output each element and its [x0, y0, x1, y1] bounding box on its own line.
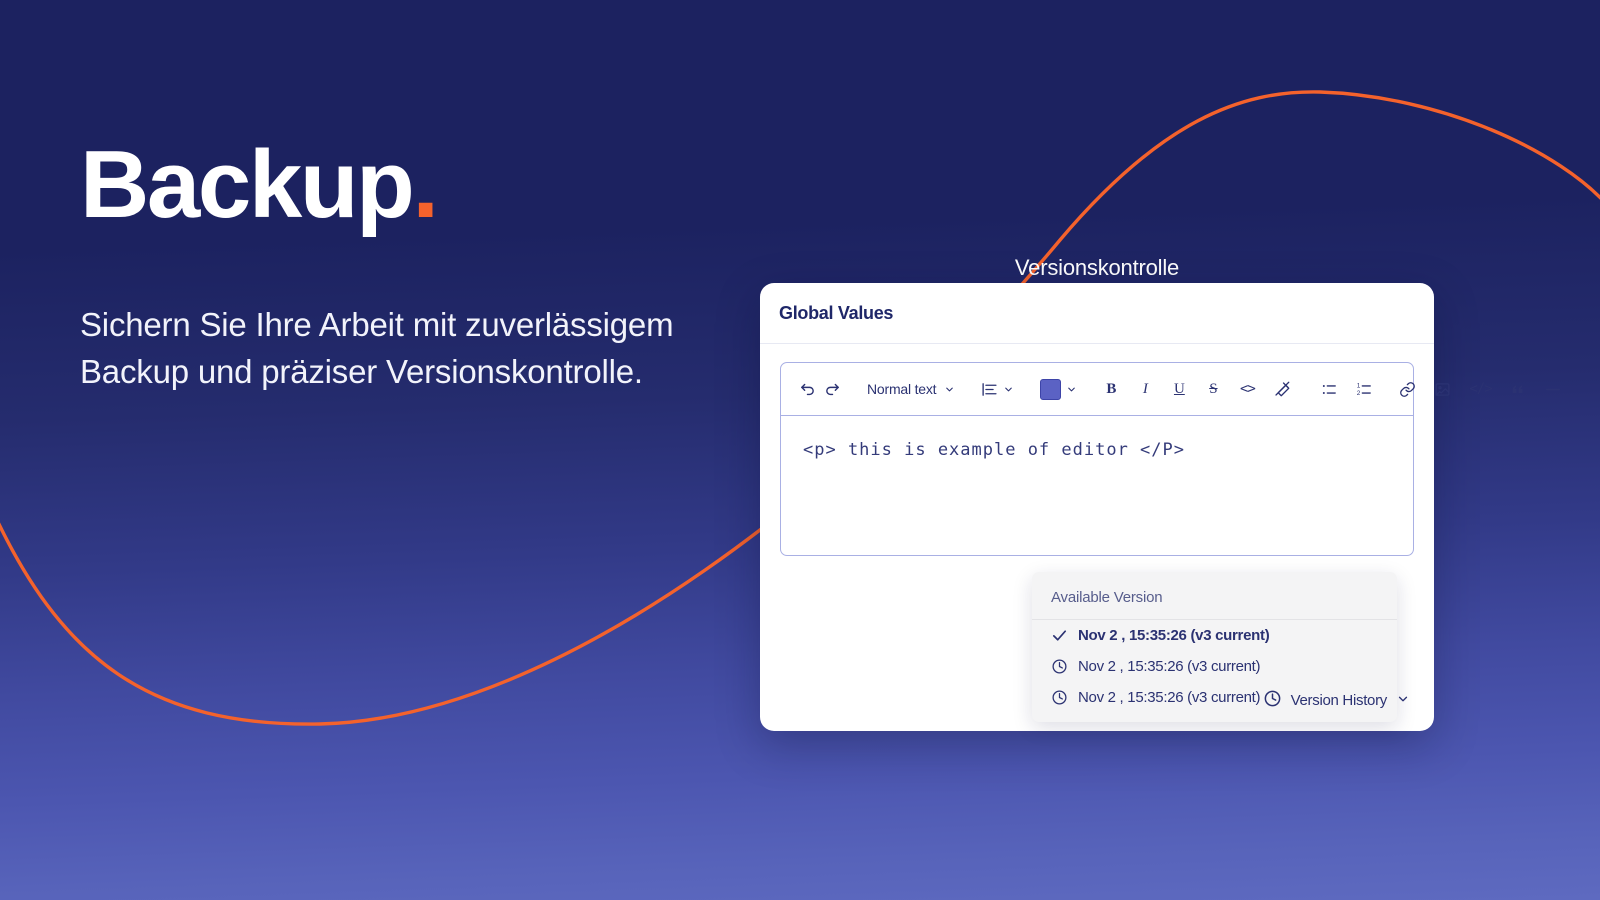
clear-formatting-icon [1273, 380, 1291, 398]
horizontal-rule-icon [1544, 381, 1562, 398]
code-block-button[interactable]: </> [1465, 374, 1495, 404]
version-menu-item-label: Nov 2 , 15:35:26 (v3 current) [1078, 658, 1261, 675]
card-body: Normal text B I U S <> 1 2 </> <p> this … [760, 344, 1560, 722]
link-icon [1399, 381, 1416, 398]
color-swatch-icon [1040, 378, 1062, 400]
card-header: Global Values [760, 283, 1434, 344]
clock-icon [1263, 689, 1282, 712]
underline-button[interactable]: U [1167, 374, 1191, 404]
chevron-down-icon [944, 384, 955, 395]
text-style-label: Normal text [867, 381, 937, 397]
available-version-header: Available Version [1032, 572, 1397, 620]
version-menu-item[interactable]: Nov 2 , 15:35:26 (v3 current) [1032, 651, 1397, 682]
editor-code-text: <p> this is example of editor </P> [803, 440, 1185, 460]
italic-button[interactable]: I [1133, 374, 1157, 404]
image-icon [1434, 381, 1451, 398]
blockquote-button[interactable] [1506, 374, 1530, 404]
page-title: Backup. [80, 136, 780, 234]
quote-icon [1510, 381, 1526, 397]
card-caption: Versionskontrolle [1014, 255, 1180, 280]
clear-formatting-button[interactable] [1269, 374, 1295, 404]
link-button[interactable] [1395, 374, 1420, 404]
undo-button[interactable] [795, 374, 820, 404]
page-title-accent-dot: . [412, 131, 439, 238]
version-history-button[interactable]: Version History [1263, 689, 1410, 712]
check-icon [1051, 627, 1068, 644]
bulleted-list-button[interactable] [1317, 374, 1342, 404]
page-title-text: Backup [80, 131, 415, 238]
editor-content-area[interactable]: <p> this is example of editor </P> [780, 416, 1414, 556]
bold-icon: B [1106, 380, 1117, 397]
chevron-down-icon [1003, 384, 1014, 395]
card-title: Global Values [779, 302, 894, 323]
version-history-label: Version History [1290, 692, 1388, 709]
editor-card: Global Values Normal text B I U S <> 1 2… [760, 283, 1560, 731]
editor-toolbar: Normal text B I U S <> 1 2 </> [780, 362, 1560, 416]
clock-icon [1051, 689, 1068, 706]
redo-icon [824, 381, 841, 398]
version-menu-item-label: Nov 2 , 15:35:26 (v3 current) [1078, 627, 1270, 644]
inline-code-button[interactable]: <> [1235, 374, 1259, 404]
chevron-down-icon [1396, 692, 1410, 710]
bold-button[interactable]: B [1099, 374, 1123, 404]
strikethrough-button[interactable]: S [1201, 374, 1225, 404]
version-menu-item-label: Nov 2 , 15:35:26 (v3 current) [1078, 689, 1261, 706]
hero-block: Backup. Sichern Sie Ihre Arbeit mit zuve… [80, 136, 780, 396]
horizontal-rule-button[interactable] [1540, 374, 1566, 404]
redo-button[interactable] [820, 374, 845, 404]
numbered-list-icon: 1 2 [1356, 381, 1373, 398]
hero-subtitle: Sichern Sie Ihre Arbeit mit zuverlässige… [80, 305, 674, 390]
svg-text:1: 1 [1357, 382, 1361, 389]
align-left-icon [981, 381, 998, 398]
bulleted-list-icon [1321, 381, 1338, 398]
inline-code-icon: <> [1239, 381, 1256, 397]
version-menu-item[interactable]: Nov 2 , 15:35:26 (v3 current) [1032, 620, 1397, 651]
underline-icon: U [1173, 380, 1185, 397]
numbered-list-button[interactable]: 1 2 [1352, 374, 1377, 404]
svg-text:2: 2 [1357, 390, 1361, 397]
text-color-dropdown[interactable] [1036, 374, 1081, 404]
undo-icon [799, 381, 816, 398]
insert-image-button[interactable] [1430, 374, 1455, 404]
italic-icon: I [1142, 380, 1148, 397]
align-dropdown[interactable] [977, 374, 1018, 404]
chevron-down-icon [1066, 384, 1077, 395]
text-style-dropdown[interactable]: Normal text [855, 374, 959, 404]
clock-icon [1051, 658, 1068, 675]
code-block-icon: </> [1469, 381, 1492, 397]
strikethrough-icon: S [1209, 380, 1218, 397]
